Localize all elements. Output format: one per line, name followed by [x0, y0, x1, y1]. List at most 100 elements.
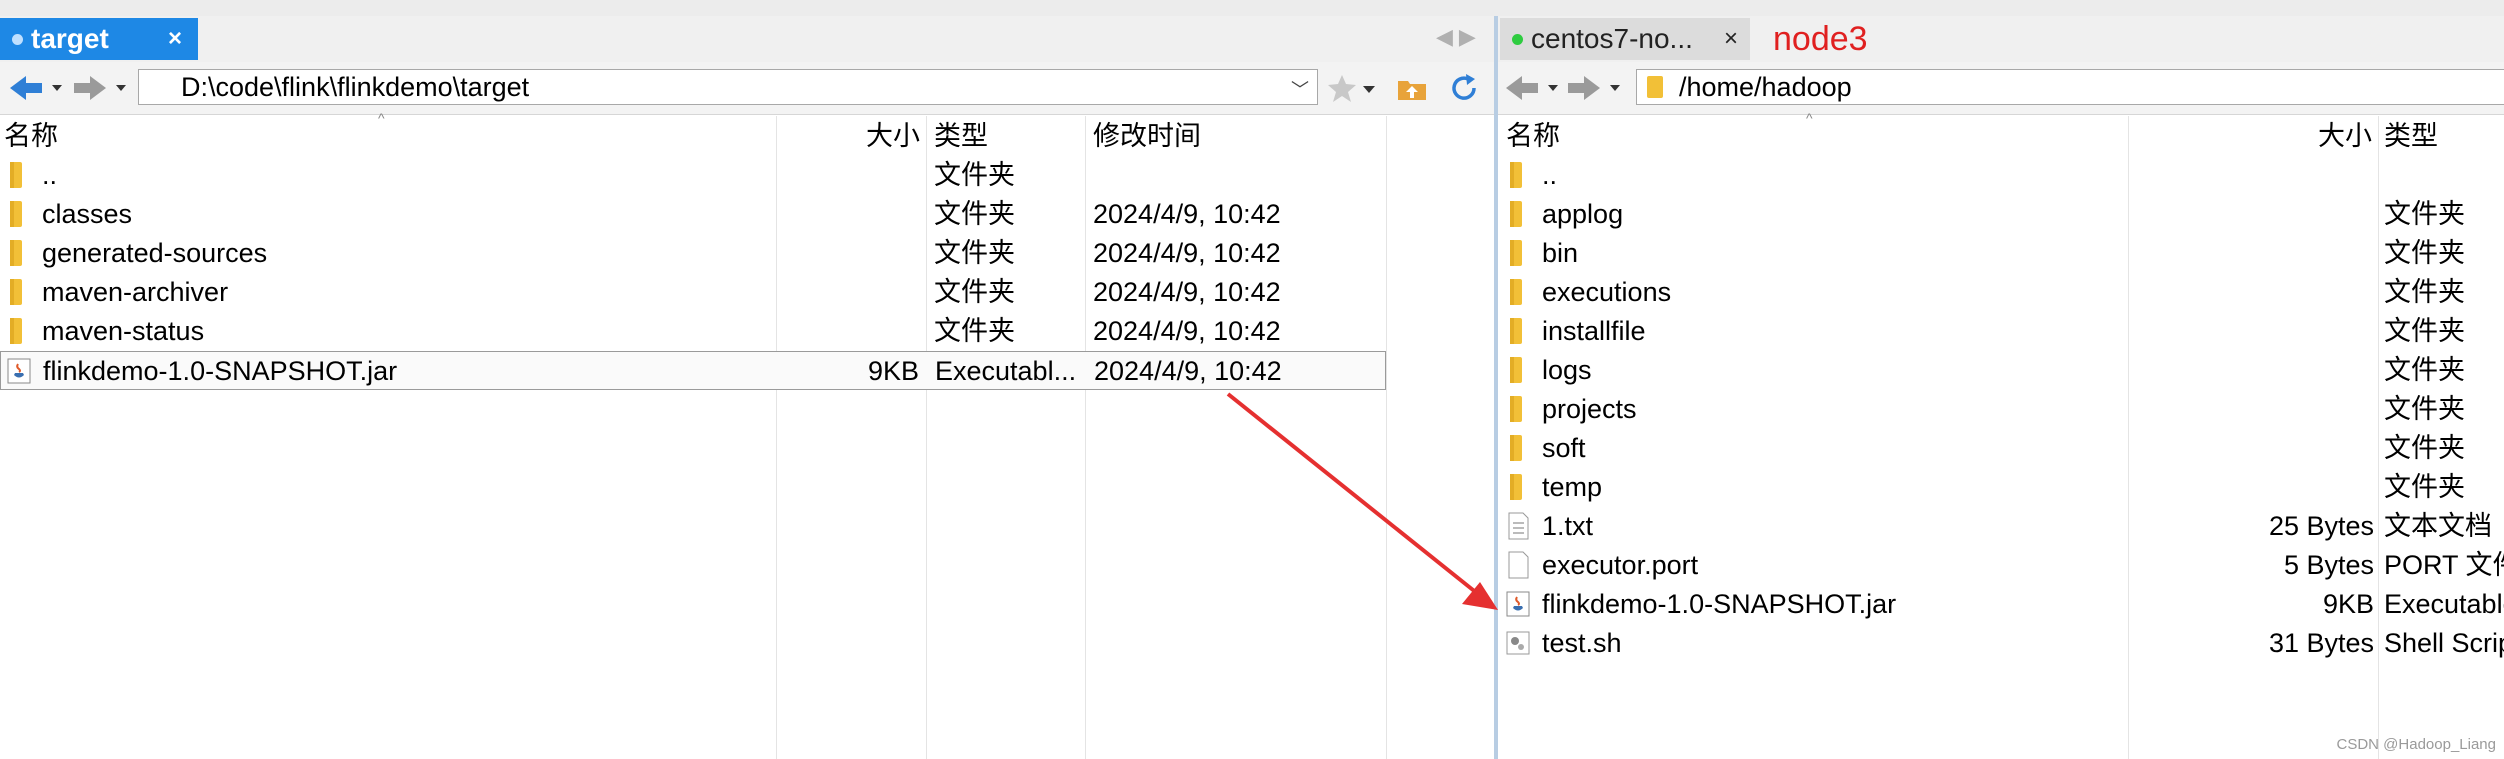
- cell-name: generated-sources: [42, 238, 268, 268]
- cell-type: 文件夹: [2384, 238, 2465, 268]
- cell-type: 文件夹: [2384, 277, 2465, 307]
- file-row[interactable]: executor.port 5 Bytes PORT 文件: [1498, 546, 2504, 585]
- cell-name: soft: [1542, 433, 1586, 463]
- folder-icon: [1504, 355, 1532, 385]
- cell-name: maven-archiver: [42, 277, 229, 307]
- remote-toolbar: /home/hadoop: [1498, 62, 2504, 115]
- file-row[interactable]: maven-archiver 文件夹 2024/4/9, 10:42: [0, 273, 1386, 312]
- file-icon: [1504, 550, 1532, 580]
- local-column-header: 名称 ^ 大小 类型 修改时间: [0, 110, 1496, 156]
- column-modified[interactable]: 修改时间: [1093, 116, 1201, 156]
- file-row[interactable]: .. 文件夹: [0, 156, 1386, 195]
- jar-icon: [5, 356, 33, 386]
- file-row[interactable]: ..: [1498, 156, 2504, 195]
- cell-size: 25 Bytes: [2268, 511, 2374, 541]
- cell-type: 文件夹: [934, 238, 1015, 268]
- file-row[interactable]: applog 文件夹: [1498, 195, 2504, 234]
- cell-type: 文件夹: [934, 160, 1015, 190]
- tab-centos7[interactable]: centos7-no... ×: [1500, 18, 1750, 60]
- chevron-down-icon[interactable]: ﹀: [1291, 76, 1309, 102]
- remote-column-header: 名称 ^ 大小 类型: [1498, 110, 2504, 156]
- cell-size: 9KB: [867, 356, 919, 386]
- local-path: D:\code\flink\flinkdemo\target: [181, 71, 530, 102]
- column-type[interactable]: 类型: [934, 116, 988, 156]
- cell-type: 文件夹: [2384, 472, 2465, 502]
- cell-type: Executable: [2384, 589, 2504, 619]
- sort-caret-icon: ^: [378, 110, 385, 126]
- text-file-icon: [1504, 511, 1532, 541]
- file-row[interactable]: maven-status 文件夹 2024/4/9, 10:42: [0, 312, 1386, 351]
- file-row[interactable]: installfile 文件夹: [1498, 312, 2504, 351]
- cell-type: 文件夹: [2384, 355, 2465, 385]
- tab-label: centos7-no...: [1531, 23, 1693, 54]
- back-icon[interactable]: [6, 70, 66, 106]
- cell-name: temp: [1542, 472, 1603, 502]
- column-size[interactable]: 大小: [2318, 116, 2372, 156]
- close-icon[interactable]: ×: [168, 18, 182, 60]
- refresh-icon[interactable]: [1448, 72, 1480, 104]
- cell-modified: 2024/4/9, 10:42: [1093, 238, 1281, 268]
- cell-type: 文件夹: [2384, 433, 2465, 463]
- cell-modified: 2024/4/9, 10:42: [1094, 356, 1282, 386]
- forward-icon[interactable]: [1564, 70, 1624, 106]
- remote-address-bar[interactable]: /home/hadoop: [1636, 69, 2504, 105]
- column-name[interactable]: 名称: [4, 116, 58, 156]
- cell-type: 文件夹: [2384, 394, 2465, 424]
- file-row[interactable]: test.sh 31 Bytes Shell Script: [1498, 624, 2504, 663]
- cell-modified: 2024/4/9, 10:42: [1093, 277, 1281, 307]
- cell-name: ..: [42, 160, 58, 190]
- local-tab-bar: target × ◀▶: [0, 16, 1496, 62]
- cell-name: executor.port: [1542, 550, 1699, 580]
- folder-icon: [4, 238, 32, 268]
- cell-type: Shell Script: [2384, 628, 2504, 658]
- forward-icon[interactable]: [70, 70, 130, 106]
- remote-pane: centos7-no... × node3 /home/hadoop 名称 ^ …: [1498, 16, 2504, 759]
- cell-type: 文件夹: [2384, 199, 2465, 229]
- session-dot-icon: [1512, 33, 1523, 45]
- tab-label: target: [31, 23, 109, 54]
- cell-size: 9KB: [2322, 589, 2374, 619]
- cell-name: test.sh: [1542, 628, 1622, 658]
- file-row[interactable]: soft 文件夹: [1498, 429, 2504, 468]
- column-name[interactable]: 名称: [1506, 116, 1560, 156]
- folder-icon: [1504, 199, 1532, 229]
- file-row[interactable]: bin 文件夹: [1498, 234, 2504, 273]
- file-row[interactable]: 1.txt 25 Bytes 文本文档: [1498, 507, 2504, 546]
- file-row[interactable]: projects 文件夹: [1498, 390, 2504, 429]
- close-icon[interactable]: ×: [1724, 18, 1738, 60]
- remote-tab-bar: centos7-no... × node3: [1498, 16, 2504, 62]
- file-row[interactable]: classes 文件夹 2024/4/9, 10:42: [0, 195, 1386, 234]
- chevron-down-icon[interactable]: [1360, 72, 1378, 104]
- folder-icon: [1504, 316, 1532, 346]
- cell-name: classes: [42, 199, 133, 229]
- cell-name: executions: [1542, 277, 1672, 307]
- file-row[interactable]: logs 文件夹: [1498, 351, 2504, 390]
- parent-folder-icon[interactable]: [1396, 72, 1428, 104]
- folder-icon: [1504, 433, 1532, 463]
- cell-type: PORT 文件: [2384, 550, 2504, 580]
- cell-size: 5 Bytes: [2283, 550, 2374, 580]
- node-annotation: node3: [1773, 20, 1868, 58]
- bookmark-star-icon[interactable]: [1326, 72, 1358, 104]
- column-size[interactable]: 大小: [866, 116, 920, 156]
- file-row[interactable]: flinkdemo-1.0-SNAPSHOT.jar 9KB Executabl..…: [0, 351, 1386, 390]
- back-icon[interactable]: [1502, 70, 1562, 106]
- folder-icon: [1504, 238, 1532, 268]
- tab-target[interactable]: target ×: [0, 18, 198, 60]
- column-type[interactable]: 类型: [2384, 116, 2438, 156]
- cell-type: 文件夹: [2384, 316, 2465, 346]
- cell-name: ..: [1542, 160, 1558, 190]
- file-row[interactable]: executions 文件夹: [1498, 273, 2504, 312]
- cell-name: maven-status: [42, 316, 205, 346]
- folder-icon: [1504, 394, 1532, 424]
- tab-scroll-arrows-icon[interactable]: ◀▶: [1436, 24, 1482, 50]
- cell-type: Executabl...: [935, 356, 1077, 386]
- cell-name: applog: [1542, 199, 1624, 229]
- jar-icon: [1504, 589, 1532, 619]
- cell-modified: 2024/4/9, 10:42: [1093, 199, 1281, 229]
- file-row[interactable]: flinkdemo-1.0-SNAPSHOT.jar 9KB Executable: [1498, 585, 2504, 624]
- file-row[interactable]: generated-sources 文件夹 2024/4/9, 10:42: [0, 234, 1386, 273]
- local-address-bar[interactable]: D:\code\flink\flinkdemo\target ﹀: [138, 69, 1318, 105]
- file-row[interactable]: temp 文件夹: [1498, 468, 2504, 507]
- watermark: CSDN @Hadoop_Liang: [2336, 736, 2497, 753]
